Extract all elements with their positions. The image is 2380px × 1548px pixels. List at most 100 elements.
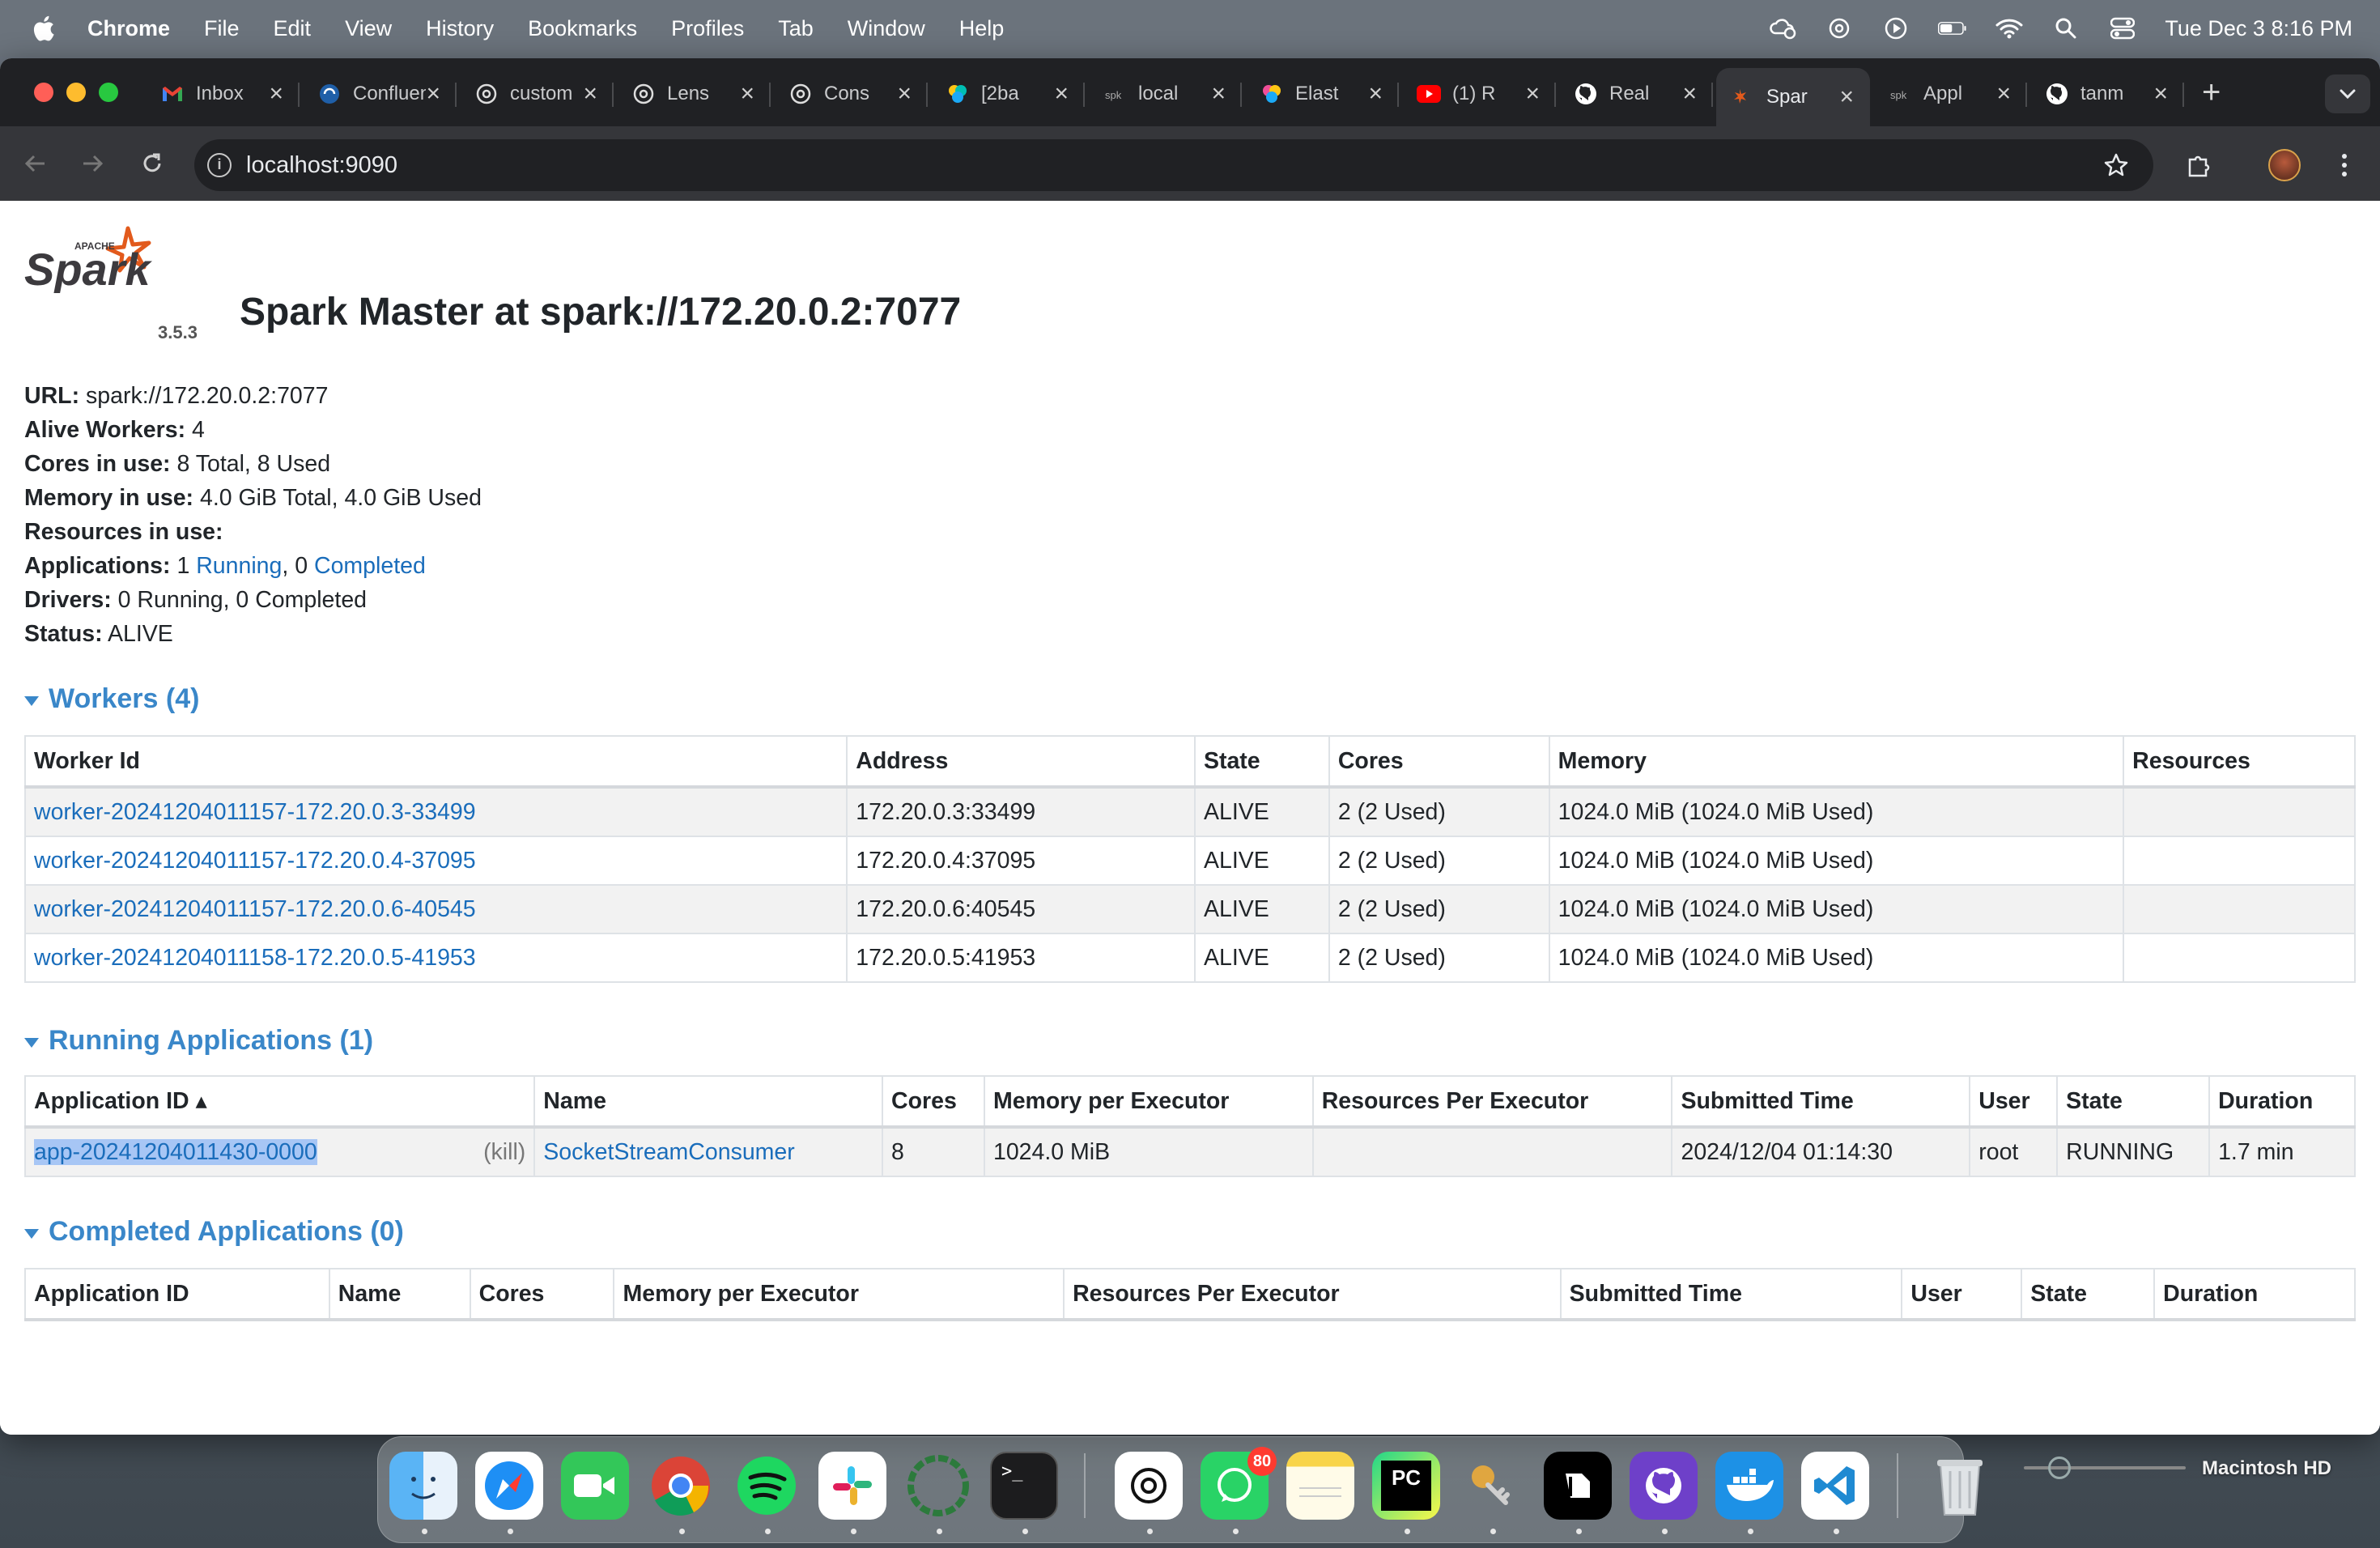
col-memory-per-executor[interactable]: Memory per Executor: [983, 1075, 1314, 1129]
tab-1[interactable]: Confluent ×: [303, 68, 457, 120]
col-memory[interactable]: Memory: [1548, 735, 2125, 789]
tab-close-icon[interactable]: ×: [897, 80, 912, 108]
running-apps-link[interactable]: Running: [196, 553, 282, 579]
tab-9[interactable]: Real ×: [1559, 68, 1713, 120]
tab-5[interactable]: [2ba ×: [931, 68, 1085, 120]
col-submitted-time[interactable]: Submitted Time: [1671, 1075, 1971, 1129]
tab-7[interactable]: Elast ×: [1245, 68, 1399, 120]
worker-link[interactable]: worker-20241204011158-172.20.0.5-41953: [34, 945, 476, 971]
chatgpt-icon[interactable]: [1115, 1452, 1183, 1520]
col-submitted-time[interactable]: Submitted Time: [1559, 1268, 1903, 1321]
tab-10-active[interactable]: Spar ×: [1716, 68, 1870, 126]
menu-app-name[interactable]: Chrome: [87, 16, 170, 41]
wifi-icon[interactable]: [1995, 16, 2024, 40]
desktop-widget-slider[interactable]: [2024, 1457, 2202, 1479]
spotlight-search-icon[interactable]: [2051, 16, 2080, 40]
slack-icon[interactable]: [818, 1452, 886, 1520]
col-user[interactable]: User: [1969, 1075, 2059, 1129]
worker-link[interactable]: worker-20241204011157-172.20.0.4-37095: [34, 848, 476, 874]
col-state[interactable]: State: [2021, 1268, 2156, 1321]
notion-icon[interactable]: [1544, 1452, 1612, 1520]
safari-icon[interactable]: [475, 1452, 543, 1520]
col-duration[interactable]: Duration: [2153, 1268, 2356, 1321]
app-name-link[interactable]: SocketStreamConsumer: [543, 1139, 794, 1165]
extensions-puzzle-icon[interactable]: [2182, 149, 2215, 181]
spark-logo[interactable]: APACHE Spark: [24, 225, 154, 293]
col-user[interactable]: User: [1901, 1268, 2023, 1321]
col-cores[interactable]: Cores: [1328, 735, 1550, 789]
site-info-icon[interactable]: i: [207, 153, 232, 177]
col-address[interactable]: Address: [846, 735, 1196, 789]
tab-close-icon[interactable]: ×: [1996, 80, 2011, 108]
col-state[interactable]: State: [1193, 735, 1330, 789]
tab-close-icon[interactable]: ×: [2153, 80, 2168, 108]
tab-close-icon[interactable]: ×: [269, 80, 283, 108]
tab-close-icon[interactable]: ×: [740, 80, 754, 108]
reload-icon[interactable]: [138, 149, 167, 178]
cloud-status-icon[interactable]: [1768, 16, 1797, 40]
tab-close-icon[interactable]: ×: [1054, 80, 1069, 108]
col-name[interactable]: Name: [533, 1075, 884, 1129]
tab-close-icon[interactable]: ×: [1211, 80, 1226, 108]
menu-bookmarks[interactable]: Bookmarks: [528, 16, 637, 41]
menu-view[interactable]: View: [345, 16, 392, 41]
tab-close-icon[interactable]: ×: [583, 80, 597, 108]
col-cores[interactable]: Cores: [469, 1268, 615, 1321]
facetime-icon[interactable]: [561, 1452, 629, 1520]
running-apps-section-toggle[interactable]: Running Applications (1): [24, 1025, 373, 1057]
menu-edit[interactable]: Edit: [274, 16, 312, 41]
activity-ring-icon[interactable]: [904, 1452, 972, 1520]
tab-2[interactable]: custom ×: [460, 68, 614, 120]
col-memory-per-executor[interactable]: Memory per Executor: [613, 1268, 1065, 1321]
tab-close-icon[interactable]: ×: [1525, 80, 1540, 108]
completed-apps-link[interactable]: Completed: [314, 553, 426, 579]
vscode-icon[interactable]: [1801, 1452, 1869, 1520]
tab-6[interactable]: spk local ×: [1088, 68, 1242, 120]
tab-search-chevron-icon[interactable]: [2325, 74, 2370, 113]
kill-app-link[interactable]: (kill): [483, 1139, 525, 1166]
chatgpt-status-icon[interactable]: [1825, 16, 1854, 40]
address-bar[interactable]: i localhost:9090: [194, 139, 2153, 191]
close-window-button[interactable]: [34, 83, 53, 102]
col-state[interactable]: State: [2056, 1075, 2211, 1129]
pycharm-icon[interactable]: PC: [1372, 1452, 1440, 1520]
docker-icon[interactable]: [1715, 1452, 1783, 1520]
col-worker-id[interactable]: Worker Id: [23, 735, 848, 789]
terminal-icon[interactable]: >_: [990, 1452, 1058, 1520]
worker-link[interactable]: worker-20241204011157-172.20.0.3-33499: [34, 799, 476, 825]
menu-help[interactable]: Help: [959, 16, 1005, 41]
zoom-window-button[interactable]: [99, 83, 118, 102]
tab-12[interactable]: tanm ×: [2030, 68, 2184, 120]
col-resources-per-executor[interactable]: Resources Per Executor: [1311, 1075, 1673, 1129]
spotify-icon[interactable]: [733, 1452, 801, 1520]
tab-close-icon[interactable]: ×: [426, 80, 440, 108]
tab-11[interactable]: spk Appl ×: [1873, 68, 2027, 120]
address-url[interactable]: localhost:9090: [246, 152, 397, 179]
notes-icon[interactable]: [1286, 1452, 1354, 1520]
workers-section-toggle[interactable]: Workers (4): [24, 683, 199, 715]
tab-close-icon[interactable]: ×: [1368, 80, 1383, 108]
worker-link[interactable]: worker-20241204011157-172.20.0.6-40545: [34, 896, 476, 922]
tab-8[interactable]: (1) R ×: [1402, 68, 1556, 120]
col-resources[interactable]: Resources: [2123, 735, 2356, 789]
finder-icon[interactable]: [389, 1452, 457, 1520]
tab-4[interactable]: Cons ×: [774, 68, 928, 120]
tab-close-icon[interactable]: ×: [1839, 83, 1854, 111]
menu-tab[interactable]: Tab: [778, 16, 814, 41]
col-cores[interactable]: Cores: [882, 1075, 985, 1129]
back-arrow-icon[interactable]: [21, 149, 50, 178]
play-status-icon[interactable]: [1881, 16, 1910, 40]
tab-close-icon[interactable]: ×: [1682, 80, 1697, 108]
github-desktop-icon[interactable]: [1630, 1452, 1698, 1520]
menu-window[interactable]: Window: [848, 16, 925, 41]
tab-3[interactable]: Lens ×: [617, 68, 771, 120]
completed-apps-section-toggle[interactable]: Completed Applications (0): [24, 1216, 404, 1248]
col-application-id[interactable]: Application ID: [24, 1268, 330, 1321]
keychain-icon[interactable]: [1458, 1452, 1526, 1520]
whatsapp-icon[interactable]: 80: [1201, 1447, 1277, 1520]
col-application-id-sorted[interactable]: Application ID ▴: [23, 1075, 536, 1129]
col-resources-per-executor[interactable]: Resources Per Executor: [1063, 1268, 1562, 1321]
chrome-icon[interactable]: [647, 1452, 715, 1520]
trash-icon[interactable]: [1926, 1452, 1994, 1520]
control-center-icon[interactable]: [2108, 16, 2137, 40]
